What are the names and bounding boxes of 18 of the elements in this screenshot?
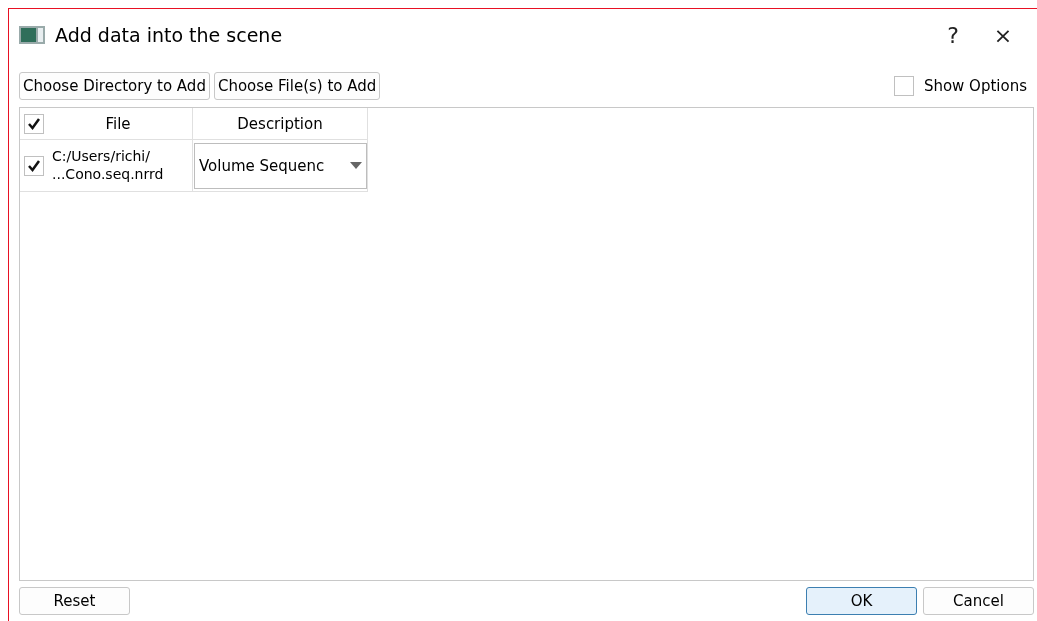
checkbox[interactable] <box>24 155 44 176</box>
close-button[interactable]: × <box>983 17 1023 53</box>
dialog-button[interactable]: Cancel <box>923 587 1034 615</box>
dialog-button[interactable]: OK <box>806 587 917 615</box>
column-title: Description <box>236 114 324 133</box>
description-dropdown[interactable]: Volume Sequenc <box>194 142 367 189</box>
window-icon <box>19 26 45 44</box>
help-button[interactable]: ? <box>933 17 973 53</box>
choose-button[interactable]: Choose Directory to Add <box>19 72 210 100</box>
reset-button[interactable]: Reset <box>19 587 130 615</box>
checkbox-label: Show Options <box>923 77 1027 95</box>
checkbox[interactable] <box>893 76 914 96</box>
file-path: C:/Users/richi/ ...Cono.seq.nrrd <box>52 148 164 183</box>
column-title: File <box>104 114 132 133</box>
choose-button[interactable]: Choose File(s) to Add <box>213 72 381 100</box>
checkbox[interactable] <box>24 113 44 134</box>
window-title: Add data into the scene <box>55 24 284 46</box>
caret-icon <box>350 162 362 169</box>
